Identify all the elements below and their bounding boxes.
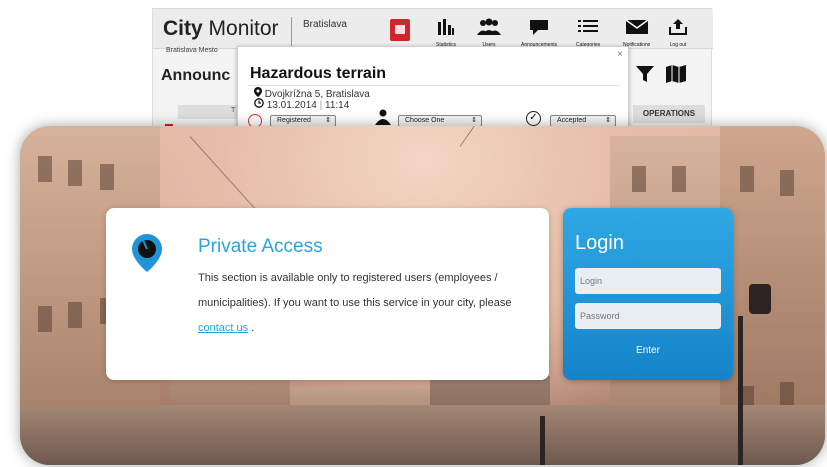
- announcement-popup: × Hazardous terrain Dvojkrížna 5, Bratis…: [237, 46, 629, 136]
- popup-title: Hazardous terrain: [250, 65, 387, 82]
- login-panel: Login Enter: [563, 208, 733, 380]
- close-icon[interactable]: ×: [617, 49, 623, 60]
- landing-card: Private Access This section is available…: [20, 126, 825, 465]
- private-access-title: Private Access: [198, 236, 323, 257]
- private-access-text: This section is available only to regist…: [198, 272, 512, 334]
- operations-header: OPERATIONS: [633, 105, 705, 123]
- time-text: 11:14: [325, 100, 350, 111]
- users-icon: [476, 18, 502, 41]
- speech-bubble-icon: [521, 18, 557, 41]
- password-input[interactable]: [575, 303, 721, 329]
- check-circle-icon: ✓: [526, 111, 541, 126]
- brand-logo: City Monitor: [163, 17, 279, 40]
- map-icon[interactable]: [665, 64, 687, 90]
- location-pin-icon: [132, 234, 162, 272]
- coat-of-arms-icon: [390, 19, 410, 41]
- nav-announcements-button[interactable]: Announcements: [521, 18, 557, 48]
- login-input[interactable]: [575, 268, 721, 294]
- filter-icon[interactable]: [635, 64, 655, 90]
- chevron-updown-icon: ⇕: [325, 117, 331, 124]
- nav-users-button[interactable]: Users: [476, 18, 502, 48]
- app-header: City Monitor Bratislava Mesto Bratislava…: [153, 9, 713, 54]
- datetime-line: 13.01.2014 | 11:14: [254, 98, 349, 111]
- divider: [291, 17, 292, 47]
- city-name: Bratislava: [303, 19, 347, 30]
- date-text: 13.01.2014: [266, 100, 317, 111]
- clock-icon: [254, 98, 267, 111]
- bar-chart-icon: [436, 18, 456, 41]
- logout-icon: [668, 18, 688, 41]
- nav-notifications-button[interactable]: Notifications: [623, 18, 650, 48]
- nav-logout-button[interactable]: Log out: [668, 18, 688, 48]
- city-monitor-app: City Monitor Bratislava Mesto Bratislava…: [152, 8, 713, 138]
- divider: [248, 85, 620, 86]
- envelope-icon: [623, 18, 650, 41]
- contact-us-link[interactable]: contact us: [198, 322, 248, 334]
- screenshot-stage: City Monitor Bratislava Mesto Bratislava…: [0, 0, 827, 467]
- private-access-panel: Private Access This section is available…: [106, 208, 549, 380]
- street: [20, 405, 825, 465]
- nav-statistics-button[interactable]: Statistics: [436, 18, 456, 48]
- chevron-updown-icon: ⇕: [605, 117, 611, 124]
- chevron-updown-icon: ⇕: [471, 117, 477, 124]
- enter-button[interactable]: Enter: [575, 338, 721, 364]
- brand-subtitle: Bratislava Mesto: [166, 47, 218, 54]
- nav-categories-button[interactable]: Categories: [576, 18, 600, 48]
- section-title: Announc: [161, 67, 231, 84]
- login-title: Login: [575, 232, 624, 254]
- list-icon: [576, 18, 600, 41]
